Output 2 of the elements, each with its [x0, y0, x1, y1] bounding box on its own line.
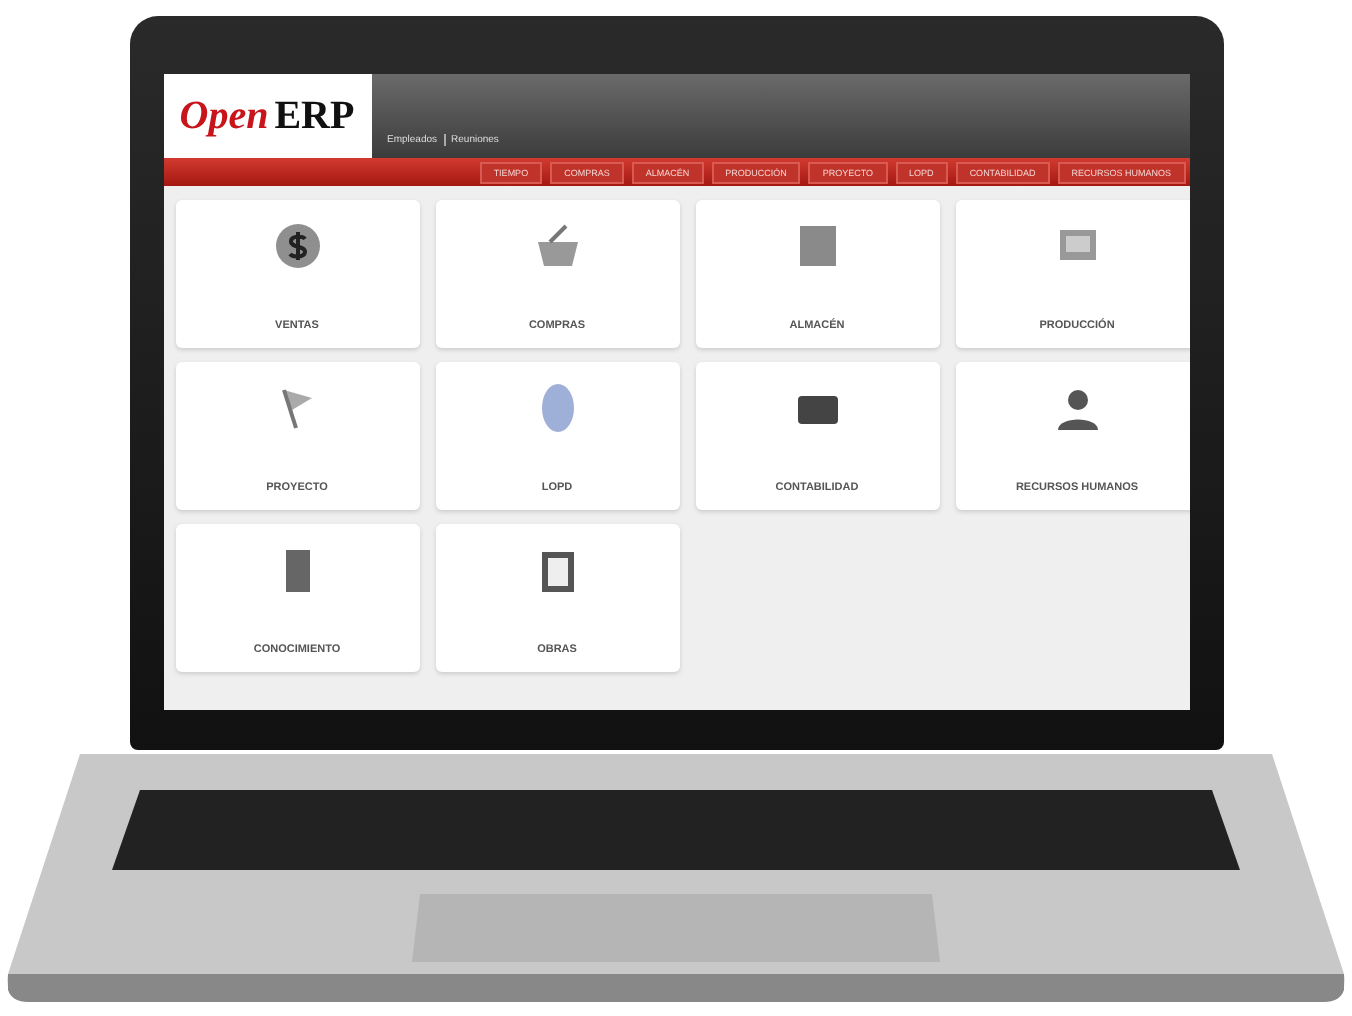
logo: OpenERP: [163, 74, 371, 158]
coin-icon: [271, 220, 323, 272]
